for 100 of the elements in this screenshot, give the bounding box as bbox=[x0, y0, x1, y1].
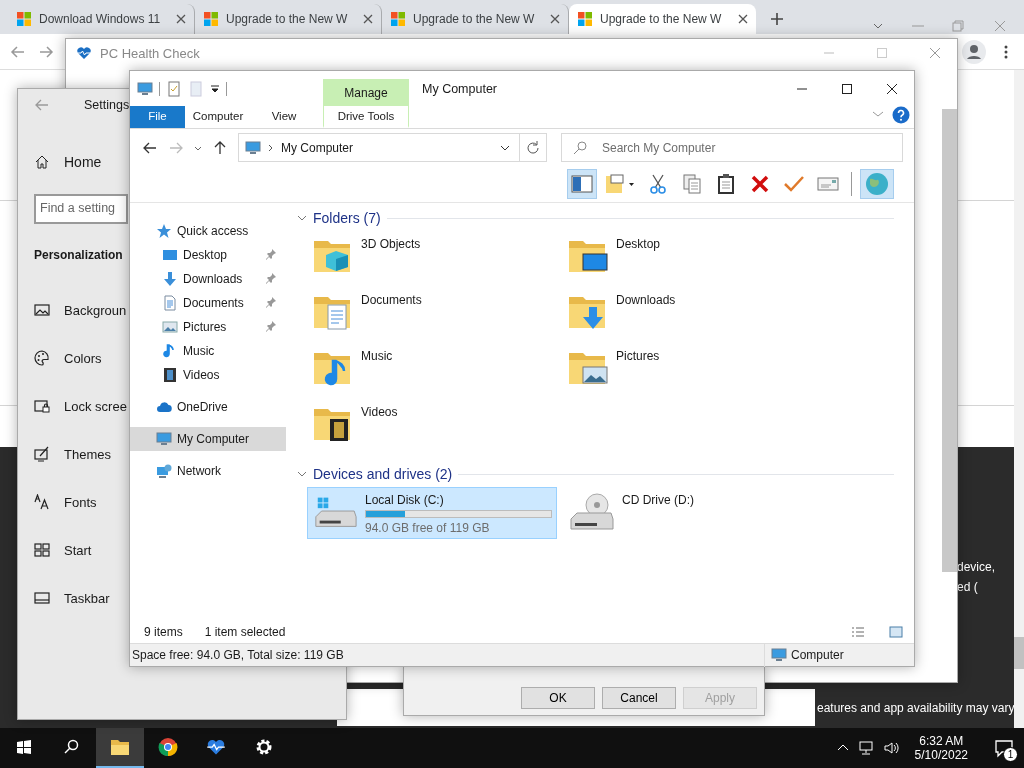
home-icon bbox=[34, 154, 50, 170]
nav-item[interactable]: Home bbox=[34, 150, 102, 174]
address-text: My Computer bbox=[281, 140, 354, 155]
picture-icon bbox=[162, 319, 178, 335]
ribbon-tab[interactable]: View bbox=[251, 106, 317, 128]
font-icon bbox=[34, 494, 50, 510]
nav-item[interactable]: Start bbox=[34, 538, 92, 562]
picture-icon bbox=[34, 302, 50, 318]
date-text: 5/10/2022 bbox=[914, 748, 968, 762]
close-icon[interactable] bbox=[885, 82, 898, 95]
maximize-icon[interactable] bbox=[840, 82, 853, 95]
folder-tile[interactable]: Documents bbox=[307, 287, 557, 339]
close-icon[interactable] bbox=[738, 14, 748, 24]
up-arrow-icon[interactable] bbox=[212, 139, 228, 156]
envelope-icon bbox=[817, 176, 839, 192]
folder-tile[interactable]: Desktop bbox=[562, 231, 812, 283]
network-icon[interactable] bbox=[858, 740, 875, 756]
nav-item[interactable]: My Computer bbox=[130, 427, 286, 451]
palette-icon bbox=[34, 350, 50, 366]
notification-button[interactable]: 1 bbox=[984, 728, 1024, 768]
nav-item[interactable]: Downloads bbox=[130, 267, 286, 291]
ribbon-tab[interactable]: Computer bbox=[185, 106, 251, 128]
nav-item[interactable]: Backgroun bbox=[34, 298, 127, 322]
tiles-icon bbox=[34, 542, 50, 558]
nav-item[interactable]: Themes bbox=[34, 442, 111, 466]
forward-arrow-icon[interactable] bbox=[38, 43, 54, 60]
windows-logo-icon bbox=[203, 11, 219, 27]
computer-icon bbox=[137, 80, 153, 97]
dialog-button[interactable]: OK bbox=[521, 687, 595, 709]
item-label: CD Drive (D:) bbox=[622, 493, 695, 507]
nav-item[interactable]: Network bbox=[130, 459, 286, 483]
search-icon bbox=[572, 139, 588, 156]
file-menu-button[interactable]: File bbox=[130, 106, 185, 128]
group-heading: Devices and drives (2) bbox=[313, 466, 453, 482]
ribbon-tab[interactable]: Drive Tools bbox=[323, 106, 409, 128]
refresh-button[interactable] bbox=[520, 133, 547, 162]
page-text: ed ( bbox=[957, 580, 979, 594]
windows-logo-icon bbox=[16, 11, 32, 27]
dialog-button[interactable]: Cancel bbox=[602, 687, 676, 709]
browser-tab[interactable]: Upgrade to the New W bbox=[569, 4, 756, 34]
item-label: Downloads bbox=[616, 293, 677, 307]
nav-item[interactable]: Quick access bbox=[130, 219, 286, 243]
down-arrow-icon bbox=[162, 271, 178, 287]
heart-pulse-icon bbox=[76, 45, 92, 61]
folder-tile[interactable]: Pictures bbox=[562, 343, 812, 395]
copy-icon bbox=[682, 174, 702, 194]
tab-title: Download Windows 11 bbox=[39, 12, 161, 26]
search-field[interactable]: Search My Computer bbox=[561, 133, 903, 162]
item-label: Videos bbox=[361, 405, 399, 419]
nav-item[interactable]: Taskbar bbox=[34, 586, 110, 610]
tab-title: Upgrade to the New W bbox=[600, 12, 722, 26]
address-bar[interactable]: My Computer bbox=[238, 133, 520, 162]
folder-tile[interactable]: Videos bbox=[307, 399, 557, 451]
lock-screen-icon bbox=[34, 398, 50, 414]
properties-icon bbox=[605, 174, 635, 194]
window-title: My Computer bbox=[422, 81, 498, 96]
drive-tile[interactable]: CD Drive (D:) bbox=[562, 487, 812, 539]
search-icon bbox=[64, 739, 80, 755]
context-tab-header: Manage bbox=[323, 79, 409, 106]
folder-tile[interactable]: 3D Objects bbox=[307, 231, 557, 283]
profile-icon[interactable] bbox=[962, 39, 986, 64]
scissors-icon bbox=[649, 174, 667, 194]
gear-icon bbox=[254, 737, 274, 757]
item-label: Local Disk (C:) bbox=[365, 493, 445, 507]
nav-item[interactable]: OneDrive bbox=[130, 395, 286, 419]
tab-title: Upgrade to the New W bbox=[226, 12, 348, 26]
nav-item[interactable]: Fonts bbox=[34, 490, 97, 514]
nav-item[interactable]: Desktop bbox=[130, 243, 286, 267]
pin-icon bbox=[265, 247, 277, 260]
nav-item[interactable]: Pictures bbox=[130, 315, 286, 339]
nav-item[interactable]: Lock scree bbox=[34, 394, 127, 418]
browser-logo-icon bbox=[158, 737, 178, 757]
nav-item[interactable]: Music bbox=[130, 339, 286, 363]
item-label: 3D Objects bbox=[361, 237, 422, 251]
computer-icon bbox=[771, 647, 787, 663]
speaker-icon[interactable] bbox=[882, 740, 899, 756]
window-title: Settings bbox=[84, 98, 130, 112]
nav-item[interactable]: Colors bbox=[34, 346, 102, 370]
windows-logo-icon bbox=[16, 739, 32, 755]
monitor-icon bbox=[162, 247, 178, 263]
delete-icon bbox=[750, 174, 770, 194]
taskbar-app[interactable] bbox=[96, 728, 144, 768]
properties-icon[interactable] bbox=[166, 80, 182, 97]
help-icon[interactable] bbox=[892, 106, 910, 124]
item-label: Documents bbox=[361, 293, 423, 307]
window-title: PC Health Check bbox=[100, 45, 200, 61]
location-text: Computer bbox=[791, 648, 844, 662]
clock[interactable]: 6:32 AM 5/10/2022 bbox=[906, 734, 976, 762]
item-label: Desktop bbox=[616, 237, 662, 251]
document-icon bbox=[162, 295, 178, 311]
folder-tile[interactable]: Music bbox=[307, 343, 557, 395]
folder-tile[interactable]: Downloads bbox=[562, 287, 812, 339]
status-text: 9 items bbox=[144, 624, 183, 639]
tab-title: Upgrade to the New W bbox=[413, 12, 535, 26]
nav-item[interactable]: Documents bbox=[130, 291, 286, 315]
nav-item[interactable]: Videos bbox=[130, 363, 286, 387]
free-space-text: 94.0 GB free of 119 GB bbox=[365, 521, 491, 535]
cloud-icon bbox=[156, 399, 172, 415]
drive-tile[interactable]: Local Disk (C:) 94.0 GB free of 119 GB bbox=[307, 487, 557, 539]
search-field[interactable]: Find a setting bbox=[34, 194, 128, 224]
